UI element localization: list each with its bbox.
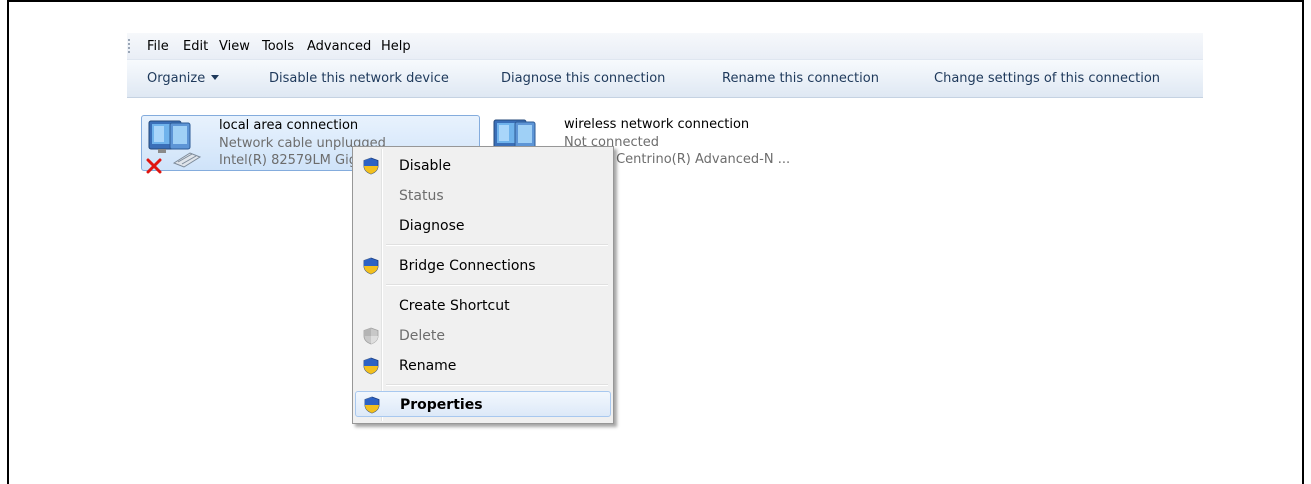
context-item-delete[interactable]: Delete [355,323,611,349]
uac-shield-icon [363,257,379,275]
connections-list: local area connection Network cable unpl… [127,98,1203,471]
network-connections-window: File Edit View Tools Advanced Help Organ… [127,33,1203,471]
uac-shield-icon [363,357,379,375]
diagnose-connection-button[interactable]: Diagnose this connection [501,71,665,86]
menu-bar: File Edit View Tools Advanced Help [127,33,1203,60]
context-item-label: Bridge Connections [399,258,536,274]
menu-file[interactable]: File [147,39,169,54]
organize-button[interactable]: Organize [147,71,220,86]
menu-separator [386,384,608,386]
uac-shield-icon [363,327,379,345]
context-item-label: Disable [399,158,451,174]
context-item-label: Properties [400,397,483,413]
menu-tools[interactable]: Tools [262,39,294,54]
context-item-label: Delete [399,328,445,344]
context-item-label: Status [399,188,444,204]
context-item-label: Create Shortcut [399,298,510,314]
context-item-diagnose[interactable]: Diagnose [355,213,611,239]
organize-label: Organize [147,71,206,86]
context-item-bridge-connections[interactable]: Bridge Connections [355,253,611,279]
menu-edit[interactable]: Edit [183,39,208,54]
context-item-disable[interactable]: Disable [355,153,611,179]
menu-view[interactable]: View [219,39,250,54]
chevron-down-icon [211,75,220,80]
context-item-label: Diagnose [399,218,465,234]
uac-shield-icon [364,396,380,414]
connection-name: local area connection [219,118,359,133]
rename-connection-button[interactable]: Rename this connection [722,71,879,86]
menu-advanced[interactable]: Advanced [307,39,371,54]
command-bar: Organize Disable this network device Dia… [127,60,1203,98]
uac-shield-icon [363,157,379,175]
menubar-grip [128,39,130,55]
menu-separator [386,284,608,286]
context-item-rename[interactable]: Rename [355,353,611,379]
connection-name: wireless network connection [564,117,750,132]
context-item-create-shortcut[interactable]: Create Shortcut [355,293,611,319]
context-item-status[interactable]: Status [355,183,611,209]
menu-help[interactable]: Help [381,39,411,54]
disconnected-x-icon [146,158,162,174]
context-item-properties[interactable]: Properties [355,391,611,417]
menu-separator [386,244,608,246]
context-item-label: Rename [399,358,457,374]
disable-device-button[interactable]: Disable this network device [269,71,449,86]
context-menu: Disable Status Diagnose Bridge Connectio… [352,146,614,424]
change-settings-button[interactable]: Change settings of this connection [934,71,1160,86]
